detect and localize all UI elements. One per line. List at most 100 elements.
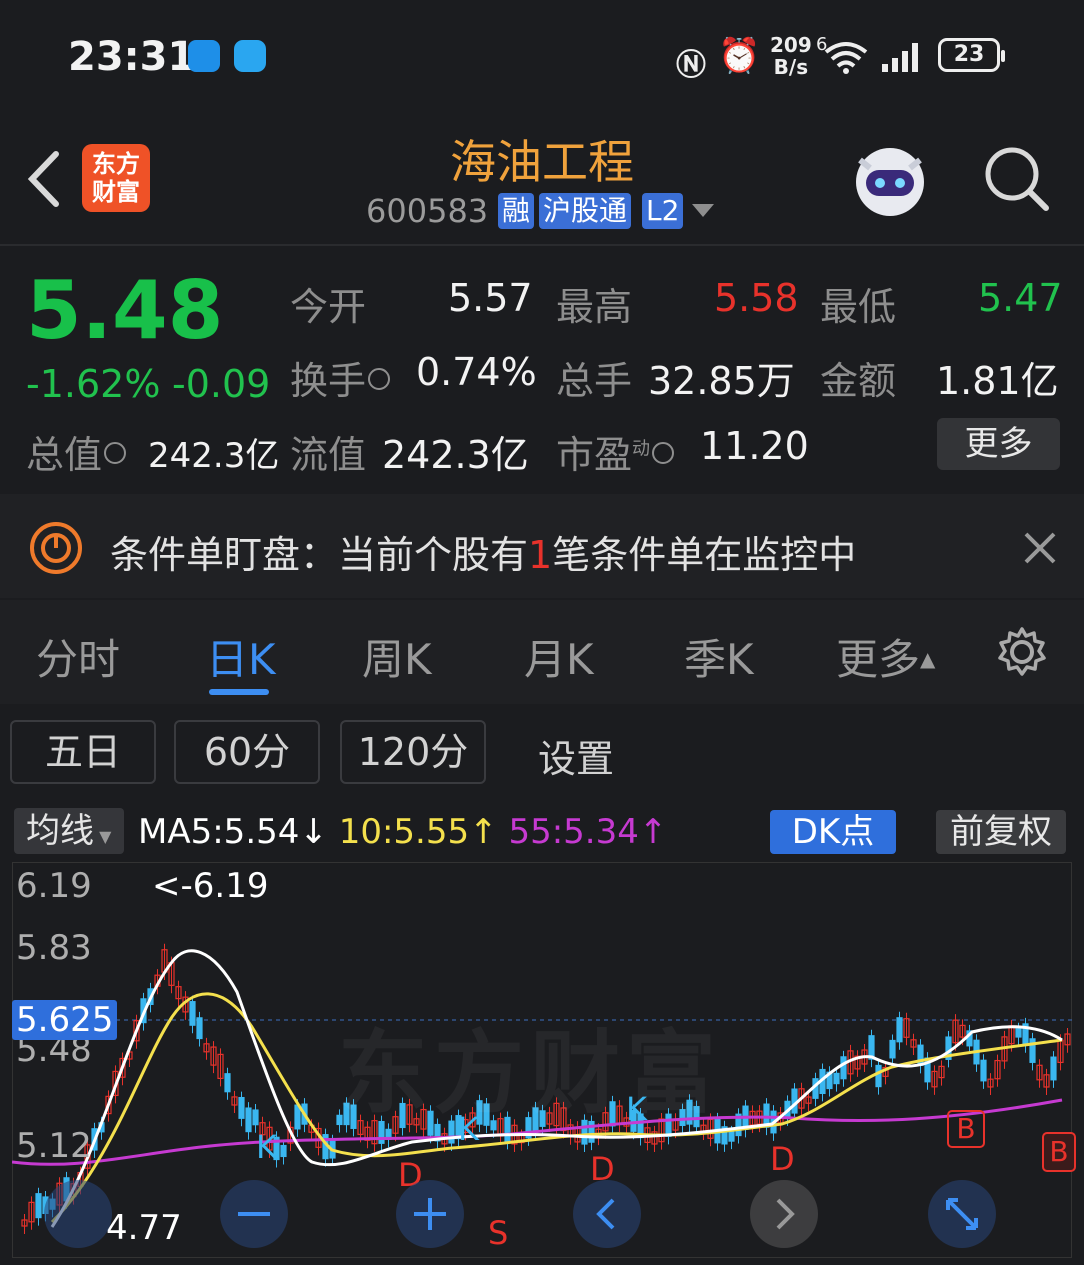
- signal-buy: B: [1042, 1132, 1076, 1172]
- turnover-label: 换手: [290, 350, 391, 405]
- high-label: 最高: [556, 285, 633, 329]
- onetwenty-min-button[interactable]: 120分: [340, 720, 486, 784]
- candle-body: [896, 1017, 903, 1043]
- draw-tool-button[interactable]: [44, 1180, 112, 1248]
- search-icon[interactable]: [982, 144, 1052, 214]
- tab-more[interactable]: 更多▲: [836, 626, 935, 687]
- candle-body: [875, 1064, 882, 1088]
- candle-body: [889, 1039, 896, 1059]
- turnover-value: 0.74%: [416, 350, 537, 394]
- candle-body: [728, 1131, 735, 1142]
- high-value: 5.58: [714, 276, 799, 320]
- code-dropdown-icon[interactable]: [692, 204, 714, 218]
- tab-intraday[interactable]: 分时: [36, 626, 120, 687]
- nfc-icon: Ⓝ: [676, 48, 706, 83]
- change-percent: -1.62%: [26, 362, 161, 406]
- info-icon[interactable]: [104, 442, 127, 464]
- candle-body: [189, 1001, 196, 1026]
- pe-label: 市盈动: [556, 424, 675, 479]
- current-price: 5.48: [26, 264, 224, 357]
- plus-icon: [414, 1198, 446, 1230]
- open-label: 今开: [290, 285, 367, 329]
- indicator-select[interactable]: 均线 ▼: [14, 808, 124, 854]
- pe-value: 11.20: [700, 424, 809, 468]
- sixty-min-button[interactable]: 60分: [174, 720, 320, 784]
- ma5-value: MA5:5.54: [138, 812, 300, 852]
- y-tick-4: 5.12: [16, 1126, 92, 1166]
- signal-k: K: [256, 1128, 277, 1166]
- ma-values: MA5:5.54↓ 10:5.55↑ 55:5.34↑: [138, 812, 668, 852]
- tab-weekly-k[interactable]: 周K: [362, 626, 432, 687]
- candle-body: [1015, 1028, 1022, 1038]
- margin-tag: 融: [498, 193, 535, 229]
- tab-quarterly-k[interactable]: 季K: [684, 626, 754, 687]
- signal-sell: S: [488, 1214, 509, 1252]
- five-day-button[interactable]: 五日: [10, 720, 156, 784]
- battery-indicator: 23: [938, 38, 1005, 72]
- active-tab-indicator: [209, 689, 269, 695]
- market-cap-value: 242.3亿: [148, 436, 280, 476]
- market-cap-label: 总值: [26, 424, 127, 479]
- ma10-value: 10:5.55: [338, 812, 470, 852]
- y-tick-2: 5.83: [16, 928, 92, 968]
- candle-body: [280, 1144, 287, 1158]
- min-price-label: 4.77: [106, 1208, 182, 1248]
- candle-body: [840, 1056, 847, 1080]
- tab-daily-k[interactable]: 日K: [206, 626, 276, 687]
- monitor-icon: [30, 522, 82, 574]
- signal-d: D: [770, 1140, 795, 1178]
- candle-body: [980, 1059, 987, 1082]
- max-price-label: <-6.19: [152, 866, 269, 906]
- l2-tag: L2: [642, 193, 684, 229]
- minus-icon: [238, 1212, 270, 1216]
- tab-monthly-k[interactable]: 月K: [524, 626, 594, 687]
- candle-body: [196, 1017, 203, 1040]
- y-tick-top: 6.19: [16, 866, 92, 906]
- amount-value: 1.81亿: [936, 359, 1059, 403]
- low-value: 5.47: [978, 276, 1063, 320]
- watermark: 东方财富: [338, 1021, 722, 1126]
- fullscreen-button[interactable]: [928, 1180, 996, 1248]
- info-icon[interactable]: [368, 368, 391, 390]
- stock-code: 600583: [366, 192, 489, 230]
- candle-body: [238, 1096, 245, 1119]
- robot-assistant-icon[interactable]: [848, 138, 932, 222]
- adjust-price-button[interactable]: 前复权: [936, 810, 1066, 854]
- candle-body: [35, 1193, 42, 1219]
- app-notification-icon: [188, 40, 220, 72]
- dk-points-button[interactable]: DK点: [770, 810, 896, 854]
- scroll-right-button[interactable]: [750, 1180, 818, 1248]
- expand-icon: [946, 1198, 978, 1230]
- open-value: 5.57: [448, 276, 533, 320]
- volume-label: 总手: [556, 359, 633, 403]
- gear-icon[interactable]: [996, 626, 1048, 678]
- float-cap-value: 242.3亿: [382, 433, 529, 477]
- candle-body: [245, 1107, 252, 1133]
- signal-icon: [882, 43, 918, 72]
- more-quote-button[interactable]: 更多: [937, 418, 1060, 470]
- settings-button[interactable]: 设置: [538, 728, 614, 783]
- chevron-down-icon: ▼: [94, 827, 112, 846]
- chevron-left-icon: [596, 1198, 615, 1230]
- scroll-left-button[interactable]: [573, 1180, 641, 1248]
- wifi-icon: [824, 42, 868, 74]
- ma55-value: 55:5.34: [508, 812, 639, 852]
- amount-label: 金额: [820, 359, 897, 403]
- info-icon[interactable]: [652, 442, 675, 464]
- caret-up-icon: ▲: [920, 647, 936, 671]
- candle-body: [833, 1072, 840, 1085]
- browser-notification-icon: [234, 40, 266, 72]
- zoom-out-button[interactable]: [220, 1180, 288, 1248]
- close-icon[interactable]: [1022, 530, 1058, 566]
- chevron-right-icon: [776, 1198, 795, 1230]
- status-time: 23:31: [68, 34, 196, 80]
- candle-body: [1050, 1056, 1057, 1081]
- header-divider: [0, 244, 1084, 246]
- change-value: -0.09: [172, 362, 271, 406]
- zoom-in-button[interactable]: [396, 1180, 464, 1248]
- signal-k: K: [458, 1110, 479, 1148]
- current-price-tag: 5.625: [12, 1000, 118, 1040]
- candle-body: [252, 1109, 259, 1126]
- alarm-icon: ⏰: [718, 36, 761, 76]
- low-label: 最低: [820, 285, 897, 329]
